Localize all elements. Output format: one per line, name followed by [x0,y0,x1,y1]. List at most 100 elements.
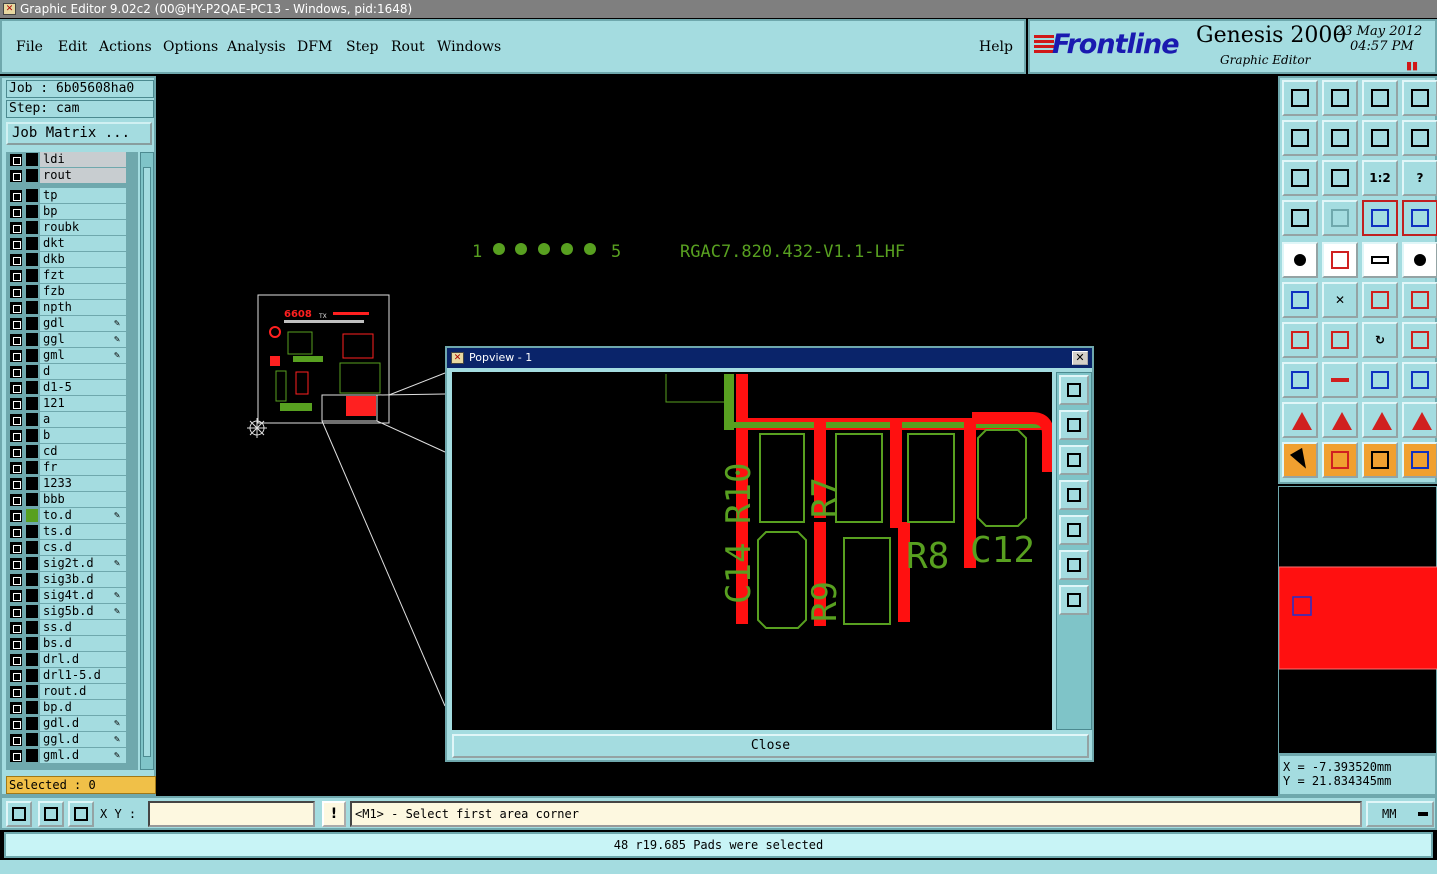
layer-row-roubk[interactable]: roubk [6,220,138,236]
board-thumbnail[interactable]: 6608 TX [257,294,390,424]
layer-name[interactable]: drl.d [40,652,126,667]
tool-rotate-button[interactable] [1362,120,1398,156]
layer-display-checkbox[interactable] [10,238,22,250]
scrollbar-thumb[interactable] [143,167,151,757]
layer-row-sig5b-d[interactable]: sig5b.d ✎ [6,604,138,620]
layer-row-cs-d[interactable]: cs.d [6,540,138,556]
layer-name[interactable]: a [40,412,126,427]
popview-zoom-fit-button[interactable] [1059,585,1089,615]
tool-drc-select-button[interactable] [1322,402,1358,438]
layer-row-tp[interactable]: tp [6,188,138,204]
popview-pan-right-button[interactable] [1059,515,1089,545]
layer-work-indicator[interactable] [26,605,38,618]
layer-name[interactable]: cs.d [40,540,126,555]
tool-angle-button[interactable] [1282,322,1318,358]
layer-row-dkb[interactable]: dkb [6,252,138,268]
layer-display-checkbox[interactable] [10,170,22,182]
menu-actions[interactable]: Actions [99,39,152,55]
overview-map[interactable] [1278,486,1437,754]
popview-titlebar[interactable]: ✕ Popview - 1 [447,348,1092,368]
layer-row-to-d[interactable]: to.d ✎ [6,508,138,524]
layer-row-sig2t-d[interactable]: sig2t.d ✎ [6,556,138,572]
units-select[interactable]: MM [1366,801,1434,827]
layer-work-indicator[interactable] [26,733,38,746]
layer-name[interactable]: cd [40,444,126,459]
layer-display-checkbox[interactable] [10,478,22,490]
tool-select-window-button[interactable] [1362,442,1398,478]
tool-select-net-button[interactable] [1402,442,1437,478]
layer-work-indicator[interactable] [26,557,38,570]
layer-display-checkbox[interactable] [10,414,22,426]
layer-work-indicator[interactable] [26,477,38,490]
menu-file[interactable]: File [16,39,43,55]
layer-display-checkbox[interactable] [10,654,22,666]
layer-row-bbb[interactable]: bbb [6,492,138,508]
layer-display-checkbox[interactable] [10,206,22,218]
popview-pan-left-button[interactable] [1059,480,1089,510]
layer-display-checkbox[interactable] [10,510,22,522]
tool-arc-button[interactable]: ↻ [1362,322,1398,358]
layer-row-a[interactable]: a [6,412,138,428]
tool-select-button[interactable] [1282,442,1318,478]
layer-display-checkbox[interactable] [10,558,22,570]
tool-grid-button[interactable] [1322,200,1358,236]
layer-display-checkbox[interactable] [10,334,22,346]
layer-name[interactable]: bp.d [40,700,126,715]
tool-drc-net-button[interactable] [1402,402,1437,438]
layer-name[interactable]: bs.d [40,636,126,651]
tool-snap-button[interactable] [1362,200,1398,236]
layer-work-indicator[interactable] [26,749,38,762]
layer-display-checkbox[interactable] [10,222,22,234]
layer-name[interactable]: tp [40,188,126,203]
menu-dfm[interactable]: DFM [297,39,332,55]
layer-name[interactable]: roubk [40,220,126,235]
menu-options[interactable]: Options [163,39,218,55]
tool-snap-mode-button[interactable] [1402,200,1437,236]
layer-display-checkbox[interactable] [10,686,22,698]
layer-display-checkbox[interactable] [10,382,22,394]
layer-work-indicator[interactable] [26,253,38,266]
tool-zoom-home-button[interactable] [1322,160,1358,196]
tool-drc-area-button[interactable] [1362,402,1398,438]
layer-name[interactable]: ts.d [40,524,126,539]
layer-name[interactable]: ldi [40,152,126,167]
tool-copy-button[interactable] [1402,282,1437,318]
menu-analysis[interactable]: Analysis [227,39,286,55]
layer-work-indicator[interactable] [26,509,38,522]
popview-canvas[interactable]: C14 R10 R7 R9 R8 C12 [452,372,1052,730]
tool-split-button[interactable] [1322,362,1358,398]
grid-snap-button[interactable] [68,801,94,827]
layer-display-checkbox[interactable] [10,590,22,602]
layer-display-checkbox[interactable] [10,286,22,298]
layer-display-checkbox[interactable] [10,430,22,442]
layer-display-checkbox[interactable] [10,670,22,682]
layer-work-indicator[interactable] [26,189,38,202]
layer-display-checkbox[interactable] [10,638,22,650]
layer-name[interactable]: 1233 [40,476,126,491]
layer-work-indicator[interactable] [26,493,38,506]
tool-pan-down-button[interactable] [1322,80,1358,116]
layer-row-ss-d[interactable]: ss.d [6,620,138,636]
layer-work-indicator[interactable] [26,717,38,730]
tool-pad-button[interactable] [1402,242,1437,278]
layer-name[interactable]: fzt [40,268,126,283]
layer-row-sig3b-d[interactable]: sig3b.d [6,572,138,588]
tool-group-button[interactable] [1402,362,1437,398]
layer-row-gml[interactable]: gml ✎ [6,348,138,364]
layer-row-dkt[interactable]: dkt [6,236,138,252]
tool-pan-left-button[interactable] [1282,120,1318,156]
layer-name[interactable]: dkb [40,252,126,267]
tool-mirror-button[interactable] [1402,120,1437,156]
snap-angle-button[interactable] [38,801,64,827]
layer-name[interactable]: bbb [40,492,126,507]
tool-move-button[interactable] [1362,282,1398,318]
layer-name[interactable]: drl1-5.d [40,668,126,683]
tool-stretch-button[interactable] [1362,362,1398,398]
layer-work-indicator[interactable] [26,349,38,362]
layer-work-indicator[interactable] [26,429,38,442]
layer-work-indicator[interactable] [26,413,38,426]
layer-row-bp[interactable]: bp [6,204,138,220]
layer-row-ggl-d[interactable]: ggl.d ✎ [6,732,138,748]
layer-work-indicator[interactable] [26,573,38,586]
layer-row-d1-5[interactable]: d1-5 [6,380,138,396]
